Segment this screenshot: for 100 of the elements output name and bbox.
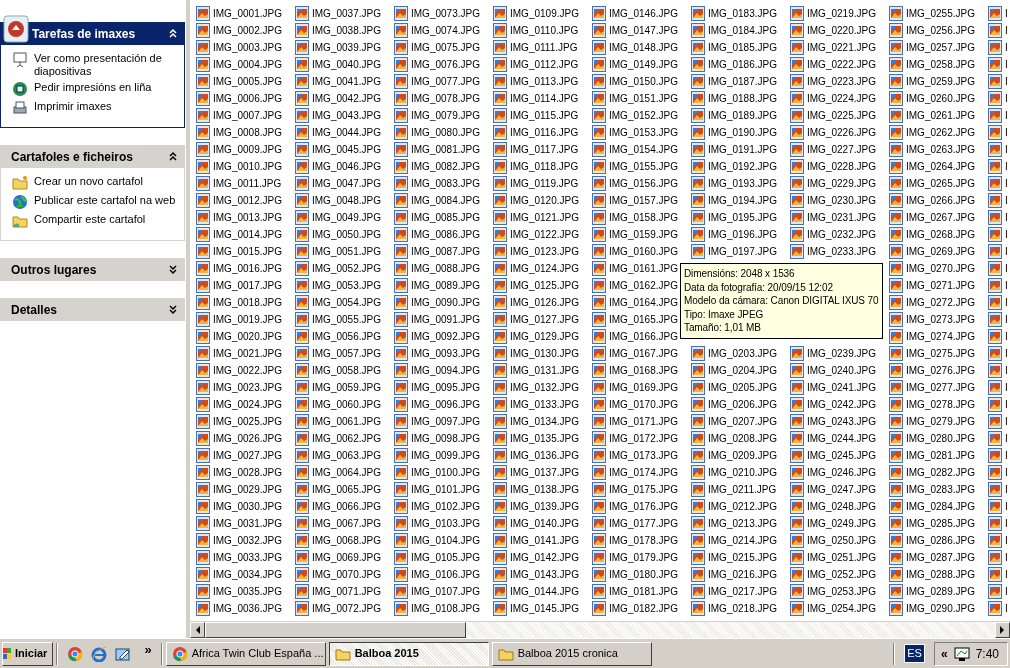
- file-name[interactable]: IMG_0039.JPG: [312, 40, 381, 55]
- image-file-icon[interactable]: [393, 482, 409, 497]
- file-name[interactable]: IMG_0182.JPG: [609, 601, 678, 616]
- file-name[interactable]: IMG_0073.JPG: [411, 6, 480, 21]
- image-file-icon[interactable]: [195, 210, 211, 225]
- image-file-icon[interactable]: [987, 567, 1003, 582]
- file-name[interactable]: IMG_0225.JPG: [807, 108, 876, 123]
- file-name[interactable]: IMG_0042.JPG: [312, 91, 381, 106]
- image-file-icon[interactable]: [888, 278, 904, 293]
- file-name[interactable]: IMG_0143.JPG: [510, 567, 579, 582]
- file-name[interactable]: IMG_0181.JPG: [609, 584, 678, 599]
- image-file-icon[interactable]: [492, 482, 508, 497]
- file-name[interactable]: IMG_0148.JPG: [609, 40, 678, 55]
- file-name[interactable]: IMG_0078.JPG: [411, 91, 480, 106]
- image-file-icon[interactable]: [789, 550, 805, 565]
- file-name[interactable]: IMG_0080.JPG: [411, 125, 480, 140]
- file-name[interactable]: IMG_0046.JPG: [312, 159, 381, 174]
- file-name[interactable]: IMG_0096.JPG: [411, 397, 480, 412]
- file-name[interactable]: IMG_0066.JPG: [312, 499, 381, 514]
- image-file-icon[interactable]: [888, 40, 904, 55]
- image-file-icon[interactable]: [789, 6, 805, 21]
- file-name[interactable]: IMG_0246.JPG: [807, 465, 876, 480]
- file-name[interactable]: IMG_0099.JPG: [411, 448, 480, 463]
- image-file-icon[interactable]: [294, 125, 310, 140]
- image-file-icon[interactable]: [591, 584, 607, 599]
- image-file-icon[interactable]: [492, 244, 508, 259]
- file-name[interactable]: IMG_0118.JPG: [510, 159, 579, 174]
- file-name[interactable]: IMG_0027.JPG: [213, 448, 282, 463]
- file-name[interactable]: IMG_0106.JPG: [411, 567, 480, 582]
- image-file-icon[interactable]: [690, 346, 706, 361]
- image-file-icon[interactable]: [591, 244, 607, 259]
- image-file-icon[interactable]: [888, 6, 904, 21]
- file-name[interactable]: IMG_0169.JPG: [609, 380, 678, 395]
- file-name[interactable]: I: [1005, 448, 1008, 463]
- image-file-icon[interactable]: [294, 431, 310, 446]
- image-file-icon[interactable]: [987, 584, 1003, 599]
- image-file-icon[interactable]: [393, 431, 409, 446]
- image-file-icon[interactable]: [690, 125, 706, 140]
- image-file-icon[interactable]: [789, 533, 805, 548]
- file-name[interactable]: IMG_0207.JPG: [708, 414, 777, 429]
- image-file-icon[interactable]: [690, 91, 706, 106]
- file-name[interactable]: IMG_0268.JPG: [906, 227, 975, 242]
- file-name[interactable]: IMG_0069.JPG: [312, 550, 381, 565]
- image-file-icon[interactable]: [195, 159, 211, 174]
- file-name[interactable]: IMG_0044.JPG: [312, 125, 381, 140]
- image-file-icon[interactable]: [492, 312, 508, 327]
- file-name[interactable]: IMG_0193.JPG: [708, 176, 777, 191]
- file-name[interactable]: IMG_0231.JPG: [807, 210, 876, 225]
- task-link[interactable]: Crear un novo cartafol: [34, 175, 143, 188]
- file-name[interactable]: I: [1005, 125, 1008, 140]
- file-name[interactable]: IMG_0103.JPG: [411, 516, 480, 531]
- file-name[interactable]: IMG_0111.JPG: [510, 40, 578, 55]
- image-file-icon[interactable]: [888, 482, 904, 497]
- image-file-icon[interactable]: [195, 397, 211, 412]
- file-name[interactable]: IMG_0192.JPG: [708, 159, 777, 174]
- file-name[interactable]: IMG_0137.JPG: [510, 465, 579, 480]
- file-name[interactable]: IMG_0045.JPG: [312, 142, 381, 157]
- image-file-icon[interactable]: [690, 431, 706, 446]
- image-file-icon[interactable]: [789, 227, 805, 242]
- file-name[interactable]: IMG_0172.JPG: [609, 431, 678, 446]
- file-name[interactable]: IMG_0170.JPG: [609, 397, 678, 412]
- image-file-icon[interactable]: [393, 91, 409, 106]
- image-file-icon[interactable]: [888, 584, 904, 599]
- image-file-icon[interactable]: [789, 108, 805, 123]
- image-file-icon[interactable]: [591, 193, 607, 208]
- image-file-icon[interactable]: [393, 210, 409, 225]
- image-file-icon[interactable]: [393, 499, 409, 514]
- image-file-icon[interactable]: [987, 533, 1003, 548]
- image-file-icon[interactable]: [195, 176, 211, 191]
- image-file-icon[interactable]: [987, 227, 1003, 242]
- file-name[interactable]: IMG_0217.JPG: [708, 584, 777, 599]
- image-file-icon[interactable]: [195, 329, 211, 344]
- image-file-icon[interactable]: [888, 567, 904, 582]
- image-file-icon[interactable]: [393, 74, 409, 89]
- image-file-icon[interactable]: [591, 448, 607, 463]
- image-file-icon[interactable]: [690, 448, 706, 463]
- taskbar-button[interactable]: Balboa 2015 cronica: [491, 641, 652, 666]
- file-name[interactable]: IMG_0213.JPG: [708, 516, 777, 531]
- image-file-icon[interactable]: [294, 346, 310, 361]
- taskbar-button[interactable]: Africa Twin Club España ...: [165, 641, 326, 666]
- image-file-icon[interactable]: [591, 142, 607, 157]
- file-name[interactable]: IMG_0248.JPG: [807, 499, 876, 514]
- image-file-icon[interactable]: [294, 227, 310, 242]
- file-name[interactable]: IMG_0270.JPG: [906, 261, 975, 276]
- file-name[interactable]: IMG_0272.JPG: [906, 295, 975, 310]
- file-name[interactable]: IMG_0188.JPG: [708, 91, 777, 106]
- file-name[interactable]: I: [1005, 6, 1008, 21]
- file-name[interactable]: I: [1005, 91, 1008, 106]
- image-file-icon[interactable]: [393, 40, 409, 55]
- file-name[interactable]: IMG_0008.JPG: [213, 125, 282, 140]
- file-name[interactable]: IMG_0179.JPG: [609, 550, 678, 565]
- image-file-icon[interactable]: [591, 482, 607, 497]
- monitor-tray-icon[interactable]: [953, 645, 970, 662]
- image-file-icon[interactable]: [789, 567, 805, 582]
- file-name[interactable]: IMG_0028.JPG: [213, 465, 282, 480]
- image-file-icon[interactable]: [195, 108, 211, 123]
- file-name[interactable]: IMG_0062.JPG: [312, 431, 381, 446]
- image-file-icon[interactable]: [591, 40, 607, 55]
- file-name[interactable]: IMG_0265.JPG: [906, 176, 975, 191]
- file-name[interactable]: IMG_0162.JPG: [609, 278, 678, 293]
